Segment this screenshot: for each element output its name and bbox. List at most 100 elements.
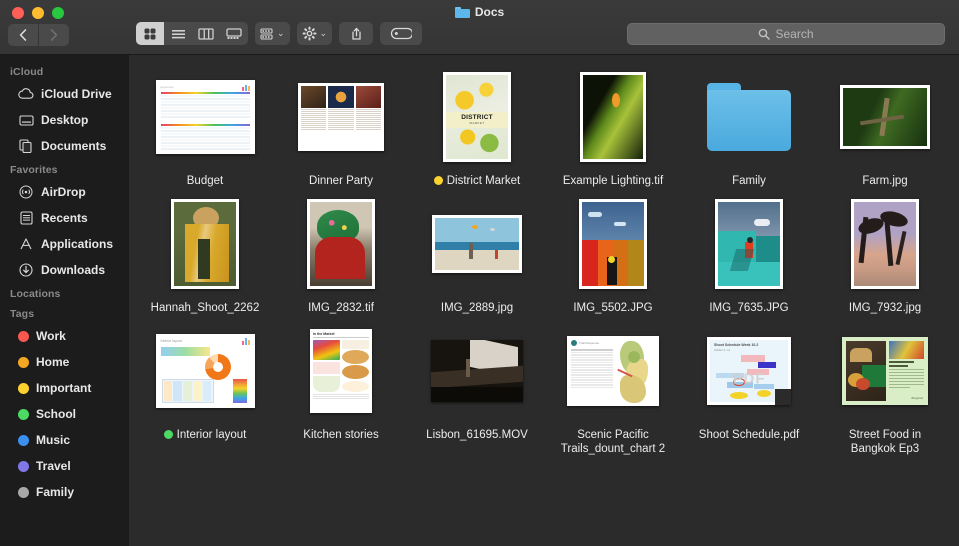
tag-dot-icon <box>18 461 29 472</box>
file-item[interactable]: IMG_2832.tif <box>273 192 409 315</box>
sidebar-item-documents[interactable]: Documents <box>0 133 129 159</box>
tags-button[interactable] <box>380 22 422 45</box>
file-label: Scenic Pacific Trails_dount_chart 2 <box>553 428 673 456</box>
file-item[interactable]: Shoot Schedule Week 10.2 October 2 • 11 <box>681 319 817 456</box>
file-label: Example Lighting.tif <box>563 174 663 188</box>
close-button[interactable] <box>12 7 24 19</box>
sidebar-item-desktop[interactable]: Desktop <box>0 107 129 133</box>
downloads-icon <box>18 262 34 278</box>
map-document-thumbnail: Trail Response <box>567 336 659 406</box>
tag-dot-icon <box>18 357 29 368</box>
file-thumbnail <box>817 196 953 292</box>
photo-thumbnail <box>171 199 239 289</box>
magazine-thumbnail: In the Market <box>310 329 372 413</box>
photo-thumbnail <box>715 199 783 289</box>
file-item[interactable]: Bangkok Street Food in Bangkok Ep3 <box>817 319 953 456</box>
file-label: IMG_7932.jpg <box>849 301 921 315</box>
search-placeholder: Search <box>775 27 813 41</box>
file-item[interactable]: Farm.jpg <box>817 65 953 188</box>
sidebar-item-label: AirDrop <box>41 185 86 199</box>
file-thumbnail <box>545 196 681 292</box>
back-button[interactable] <box>8 24 38 46</box>
sidebar-tag-important[interactable]: Important <box>0 375 129 401</box>
file-name: Budget <box>187 174 223 188</box>
icon-view-button[interactable] <box>136 22 164 45</box>
sidebar-tag-travel[interactable]: Travel <box>0 453 129 479</box>
sidebar-tag-school[interactable]: School <box>0 401 129 427</box>
file-thumbnail: Bangkok <box>817 323 953 419</box>
navigation-buttons <box>8 24 69 46</box>
sidebar-tag-music[interactable]: Music <box>0 427 129 453</box>
zoom-button[interactable] <box>52 7 64 19</box>
file-item[interactable]: Family <box>681 65 817 188</box>
file-thumbnail <box>137 196 273 292</box>
photo-thumbnail <box>579 199 647 289</box>
file-name: IMG_5502.JPG <box>573 301 652 315</box>
file-name: IMG_2889.jpg <box>441 301 513 315</box>
file-item[interactable]: Interior layout <box>137 319 273 456</box>
column-view-button[interactable] <box>192 22 220 45</box>
file-thumbnail: Trail Response <box>545 323 681 419</box>
documents-icon <box>18 138 34 154</box>
file-item[interactable]: Hannah_Shoot_2262 <box>137 192 273 315</box>
sidebar-item-airdrop[interactable]: AirDrop <box>0 179 129 205</box>
minimize-button[interactable] <box>32 7 44 19</box>
sidebar-item-downloads[interactable]: Downloads <box>0 257 129 283</box>
file-name: Lisbon_61695.MOV <box>426 428 528 442</box>
file-item[interactable]: IMG_5502.JPG <box>545 192 681 315</box>
tag-dot-icon <box>18 435 29 446</box>
finder-window: Docs <box>0 0 959 546</box>
sidebar-item-recents[interactable]: Recents <box>0 205 129 231</box>
sidebar-item-label: Recents <box>41 211 88 225</box>
sidebar-tag-home[interactable]: Home <box>0 349 129 375</box>
search-icon <box>758 28 770 40</box>
file-thumbnail <box>545 69 681 165</box>
search-field[interactable]: Search <box>627 23 945 45</box>
file-label: Dinner Party <box>309 174 373 188</box>
file-item[interactable]: Dinner Party <box>273 65 409 188</box>
spreadsheet-thumbnail: Expenses <box>156 80 255 154</box>
sidebar-tag-work[interactable]: Work <box>0 323 129 349</box>
sidebar-item-label: Music <box>36 433 70 447</box>
sidebar-item-applications[interactable]: Applications <box>0 231 129 257</box>
sidebar-item-icloud-drive[interactable]: iCloud Drive <box>0 81 129 107</box>
document-thumbnail <box>298 83 384 151</box>
pdf-thumbnail: Shoot Schedule Week 10.2 October 2 • 11 <box>707 337 791 405</box>
sidebar-item-label: Downloads <box>41 263 105 277</box>
tag-dot-icon <box>18 409 29 420</box>
file-name: IMG_2832.tif <box>308 301 374 315</box>
action-menu-button[interactable]: ⌄ <box>297 22 333 45</box>
share-button[interactable] <box>339 22 373 45</box>
file-item[interactable]: IMG_7635.JPG <box>681 192 817 315</box>
file-item[interactable]: Lisbon_61695.MOV <box>409 319 545 456</box>
file-thumbnail: DISTRICTMARKET <box>409 69 545 165</box>
file-item[interactable]: IMG_2889.jpg <box>409 192 545 315</box>
file-thumbnail <box>409 196 545 292</box>
folder-icon <box>455 6 470 18</box>
file-item[interactable]: DISTRICTMARKET District Market <box>409 65 545 188</box>
file-item[interactable]: In the Market <box>273 319 409 456</box>
sidebar-tag-family[interactable]: Family <box>0 479 129 505</box>
file-thumbnail <box>409 323 545 419</box>
gallery-view-button[interactable] <box>220 22 248 45</box>
group-by-button[interactable]: ⌄ <box>255 22 290 45</box>
sidebar-item-label: School <box>36 407 76 421</box>
photo-thumbnail <box>432 215 522 273</box>
photo-thumbnail <box>307 199 375 289</box>
file-tag-dot <box>434 176 443 185</box>
keynote-thumbnail: Interior layout <box>156 334 255 408</box>
list-view-button[interactable] <box>164 22 192 45</box>
file-item[interactable]: Trail Response <box>545 319 681 456</box>
file-name: Dinner Party <box>309 174 373 188</box>
file-item[interactable]: IMG_7932.jpg <box>817 192 953 315</box>
forward-button[interactable] <box>39 24 69 46</box>
chevron-left-icon <box>19 29 27 41</box>
tag-dot-icon <box>18 487 29 498</box>
file-item[interactable]: Example Lighting.tif <box>545 65 681 188</box>
photo-thumbnail <box>851 199 919 289</box>
photo-thumbnail <box>840 85 930 149</box>
movie-thumbnail <box>431 340 523 402</box>
file-item[interactable]: Expenses <box>137 65 273 188</box>
tag-dot-icon <box>18 331 29 342</box>
file-label: Street Food in Bangkok Ep3 <box>825 428 945 456</box>
